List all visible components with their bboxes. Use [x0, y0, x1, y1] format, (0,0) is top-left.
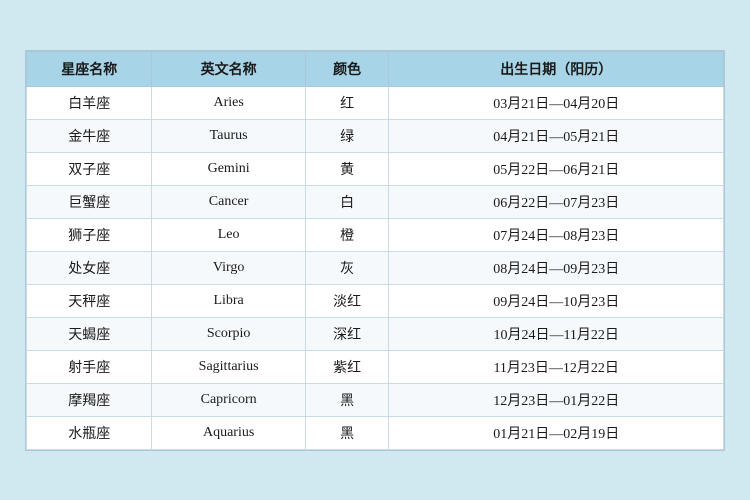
cell-english: Sagittarius	[152, 350, 305, 383]
header-color: 颜色	[305, 51, 389, 86]
cell-color: 紫红	[305, 350, 389, 383]
zodiac-table: 星座名称 英文名称 颜色 出生日期（阳历） 白羊座Aries红03月21日—04…	[26, 51, 724, 450]
cell-date: 04月21日—05月21日	[389, 119, 724, 152]
cell-date: 01月21日—02月19日	[389, 416, 724, 449]
header-chinese: 星座名称	[27, 51, 152, 86]
cell-chinese: 射手座	[27, 350, 152, 383]
cell-chinese: 双子座	[27, 152, 152, 185]
cell-color: 黑	[305, 416, 389, 449]
table-row: 摩羯座Capricorn黑12月23日—01月22日	[27, 383, 724, 416]
cell-date: 06月22日—07月23日	[389, 185, 724, 218]
cell-chinese: 狮子座	[27, 218, 152, 251]
table-row: 处女座Virgo灰08月24日—09月23日	[27, 251, 724, 284]
cell-chinese: 处女座	[27, 251, 152, 284]
cell-color: 绿	[305, 119, 389, 152]
cell-english: Capricorn	[152, 383, 305, 416]
table-row: 巨蟹座Cancer白06月22日—07月23日	[27, 185, 724, 218]
cell-color: 灰	[305, 251, 389, 284]
cell-english: Libra	[152, 284, 305, 317]
cell-date: 09月24日—10月23日	[389, 284, 724, 317]
cell-color: 黄	[305, 152, 389, 185]
cell-date: 05月22日—06月21日	[389, 152, 724, 185]
table-row: 水瓶座Aquarius黑01月21日—02月19日	[27, 416, 724, 449]
cell-english: Gemini	[152, 152, 305, 185]
cell-chinese: 摩羯座	[27, 383, 152, 416]
cell-color: 橙	[305, 218, 389, 251]
cell-chinese: 巨蟹座	[27, 185, 152, 218]
table-header-row: 星座名称 英文名称 颜色 出生日期（阳历）	[27, 51, 724, 86]
cell-date: 03月21日—04月20日	[389, 86, 724, 119]
cell-color: 白	[305, 185, 389, 218]
cell-english: Aquarius	[152, 416, 305, 449]
cell-chinese: 水瓶座	[27, 416, 152, 449]
zodiac-table-wrapper: 星座名称 英文名称 颜色 出生日期（阳历） 白羊座Aries红03月21日—04…	[25, 50, 725, 451]
cell-date: 07月24日—08月23日	[389, 218, 724, 251]
table-row: 金牛座Taurus绿04月21日—05月21日	[27, 119, 724, 152]
header-english: 英文名称	[152, 51, 305, 86]
table-row: 天蝎座Scorpio深红10月24日—11月22日	[27, 317, 724, 350]
cell-color: 红	[305, 86, 389, 119]
cell-chinese: 天蝎座	[27, 317, 152, 350]
cell-date: 12月23日—01月22日	[389, 383, 724, 416]
cell-color: 淡红	[305, 284, 389, 317]
cell-chinese: 金牛座	[27, 119, 152, 152]
cell-color: 深红	[305, 317, 389, 350]
cell-date: 10月24日—11月22日	[389, 317, 724, 350]
header-date: 出生日期（阳历）	[389, 51, 724, 86]
cell-english: Cancer	[152, 185, 305, 218]
cell-english: Virgo	[152, 251, 305, 284]
cell-date: 08月24日—09月23日	[389, 251, 724, 284]
cell-chinese: 天秤座	[27, 284, 152, 317]
cell-chinese: 白羊座	[27, 86, 152, 119]
table-row: 双子座Gemini黄05月22日—06月21日	[27, 152, 724, 185]
cell-date: 11月23日—12月22日	[389, 350, 724, 383]
table-row: 射手座Sagittarius紫红11月23日—12月22日	[27, 350, 724, 383]
cell-english: Scorpio	[152, 317, 305, 350]
cell-color: 黑	[305, 383, 389, 416]
cell-english: Aries	[152, 86, 305, 119]
table-row: 天秤座Libra淡红09月24日—10月23日	[27, 284, 724, 317]
cell-english: Taurus	[152, 119, 305, 152]
table-row: 白羊座Aries红03月21日—04月20日	[27, 86, 724, 119]
table-row: 狮子座Leo橙07月24日—08月23日	[27, 218, 724, 251]
cell-english: Leo	[152, 218, 305, 251]
